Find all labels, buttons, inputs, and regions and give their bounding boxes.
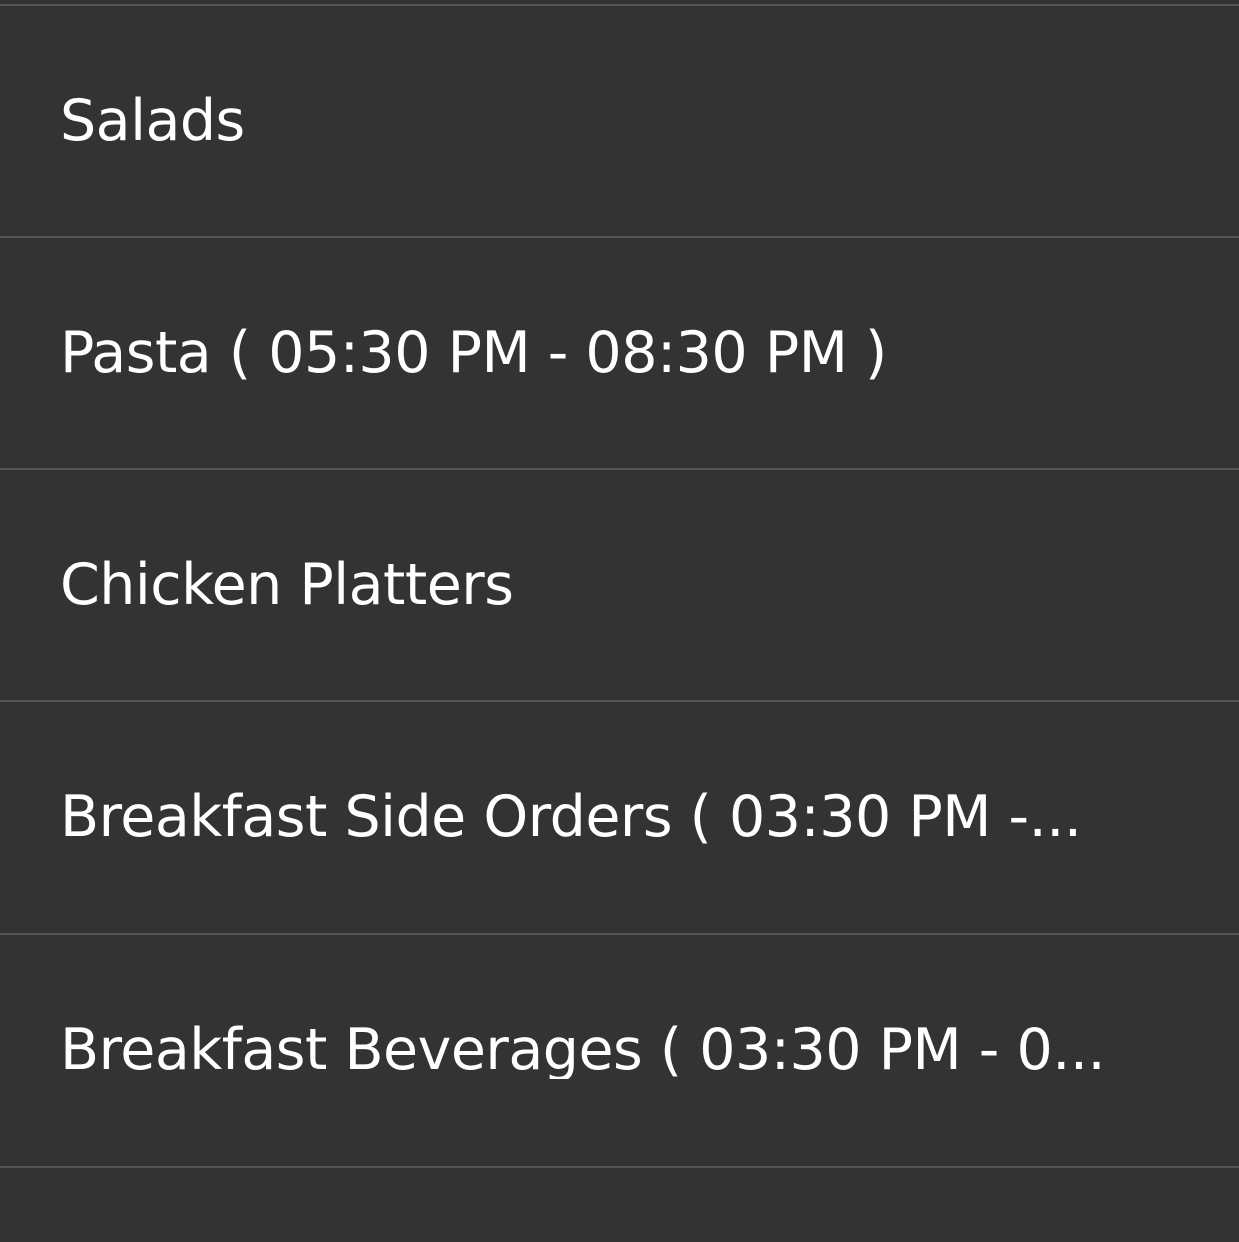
category-list: Salads Pasta ( 05:30 PM - 08:30 PM ) Chi…: [0, 0, 1239, 1242]
list-item-label: Breakfast Side Orders ( 03:30 PM -...: [60, 788, 1082, 846]
list-item-label: Pasta ( 05:30 PM - 08:30 PM ): [60, 324, 887, 382]
list-item-label: Salads: [60, 92, 245, 150]
list-item-pasta[interactable]: Pasta ( 05:30 PM - 08:30 PM ): [0, 238, 1239, 468]
list-item-label: Chicken Platters: [60, 556, 514, 614]
list-item-salads[interactable]: Salads: [0, 6, 1239, 236]
list-item-breakfast-side-orders[interactable]: Breakfast Side Orders ( 03:30 PM -...: [0, 702, 1239, 932]
list-item-partial[interactable]: [0, 1168, 1239, 1242]
list-item-label: Breakfast Beverages ( 03:30 PM - 0...: [60, 1021, 1106, 1079]
list-item-chicken-platters[interactable]: Chicken Platters: [0, 470, 1239, 700]
list-item-breakfast-beverages[interactable]: Breakfast Beverages ( 03:30 PM - 0...: [0, 935, 1239, 1165]
